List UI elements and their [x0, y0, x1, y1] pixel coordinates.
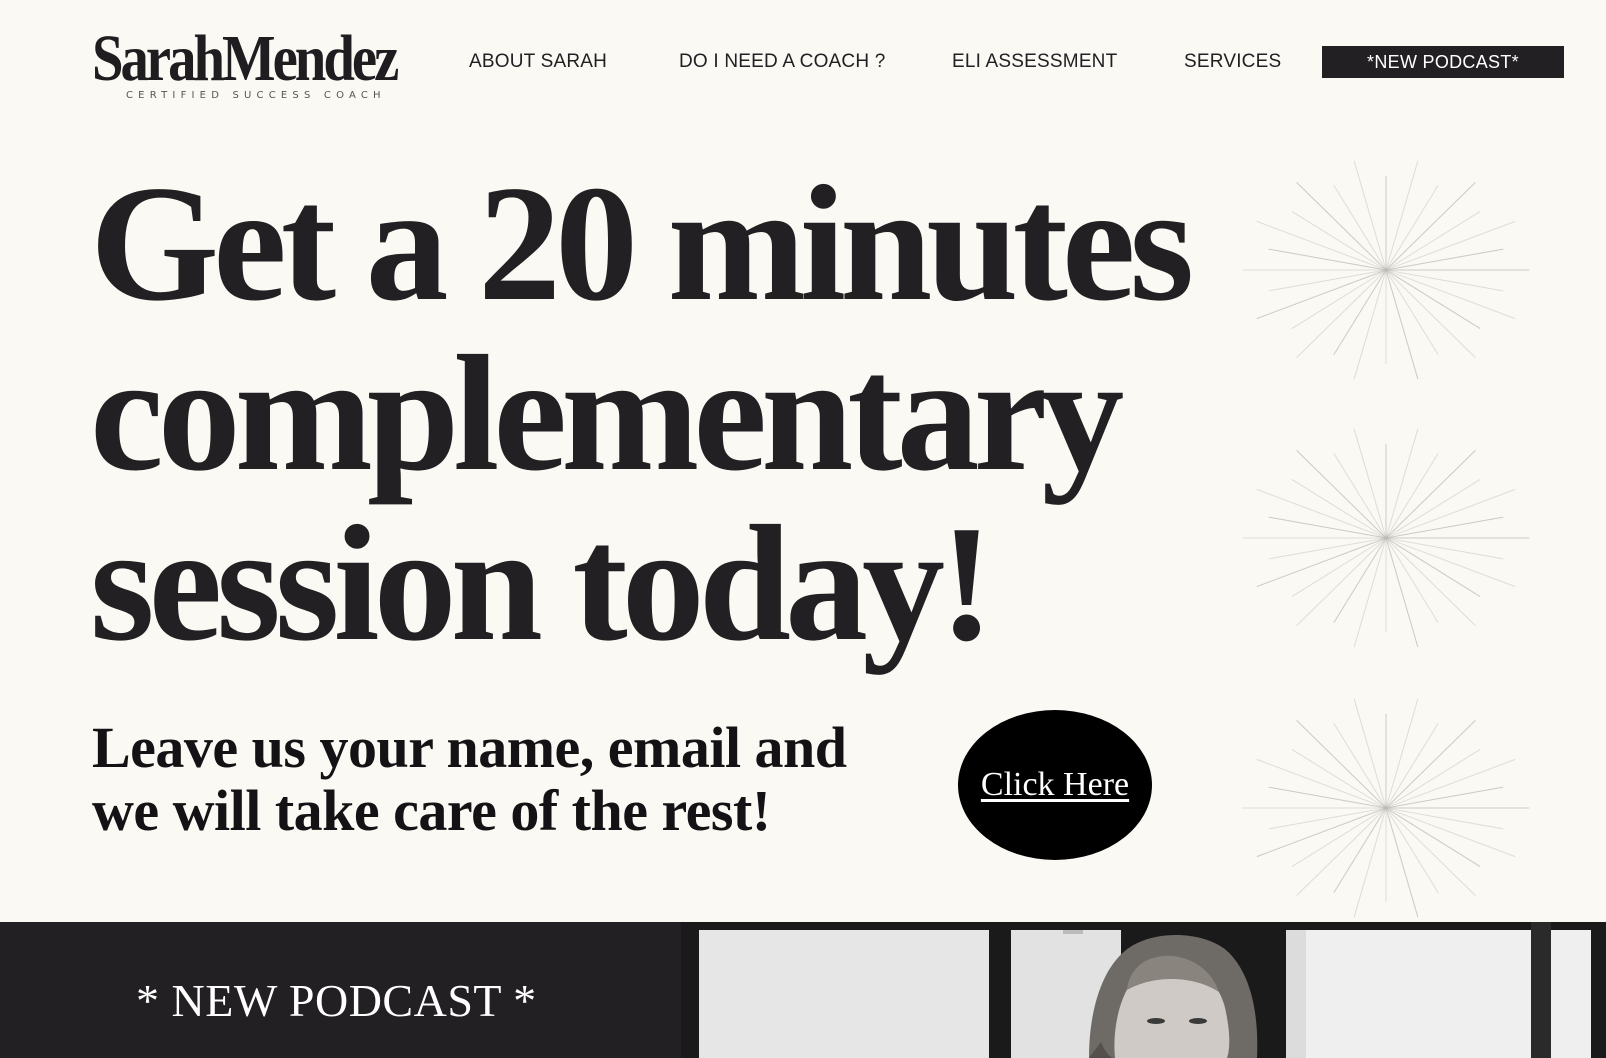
hero-subtitle-line: Leave us your name, email and	[92, 715, 847, 780]
podcast-heading: * NEW PODCAST *	[136, 975, 537, 1026]
hero-title-line: Get a 20 minutes	[90, 151, 1194, 335]
nav-services[interactable]: SERVICES	[1184, 51, 1281, 73]
logo-tagline: CERTIFIED SUCCESS COACH	[126, 90, 386, 101]
hero-title-line: session today!	[90, 491, 994, 675]
starburst-icon	[1242, 698, 1530, 918]
portrait-photo	[681, 922, 1606, 1058]
hero-subtitle-line: we will take care of the rest!	[92, 778, 771, 843]
hero-title-line: complementary	[90, 321, 1124, 505]
portrait-photo-illustration	[681, 922, 1606, 1058]
hero-subtitle: Leave us your name, email and we will ta…	[92, 716, 912, 842]
logo-name: SarahMendez	[92, 22, 399, 95]
nav-about-sarah[interactable]: ABOUT SARAH	[469, 51, 607, 73]
nav-do-i-need-a-coach[interactable]: DO I NEED A COACH ?	[679, 51, 886, 73]
nav-new-podcast-button[interactable]: *NEW PODCAST*	[1322, 46, 1564, 78]
click-here-button[interactable]: Click Here	[958, 710, 1152, 860]
hero-title: Get a 20 minutes complementary session t…	[90, 158, 1390, 668]
nav-eli-assessment[interactable]: ELI ASSESSMENT	[952, 51, 1117, 73]
logo[interactable]: SarahMendez CERTIFIED SUCCESS COACH	[92, 26, 422, 106]
